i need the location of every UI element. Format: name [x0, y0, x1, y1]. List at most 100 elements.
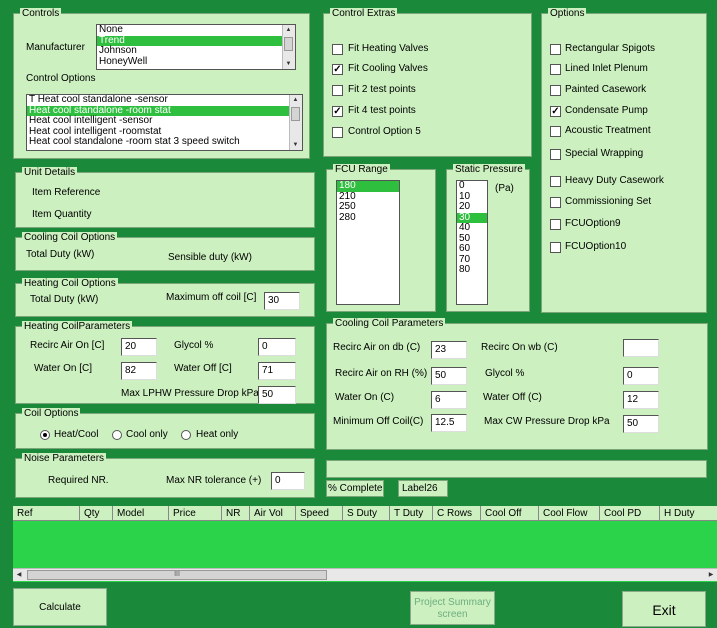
- col-speed[interactable]: Speed: [296, 506, 343, 521]
- fit-heating-valves-label: Fit Heating Valves: [348, 43, 429, 54]
- col-nr[interactable]: NR: [222, 506, 250, 521]
- recirc-air-rh-input[interactable]: 50: [431, 367, 467, 385]
- options-group: Options Rectangular Spigots Lined Inlet …: [541, 8, 707, 313]
- cooling-water-off-input[interactable]: 12: [623, 391, 659, 409]
- control-option[interactable]: Heat cool intelligent -sensor: [27, 115, 302, 127]
- heating-water-off-input[interactable]: 71: [258, 362, 296, 380]
- manufacturer-option[interactable]: Johnson: [97, 45, 295, 57]
- control-option[interactable]: Heat cool standalone -room stat 3 speed …: [27, 136, 302, 148]
- horizontal-scrollbar[interactable]: ◀ III ▶: [13, 568, 717, 581]
- fcu-range-option[interactable]: 250: [337, 201, 399, 213]
- fcu-option10-checkbox[interactable]: [550, 242, 561, 253]
- controls-title: Controls: [20, 8, 62, 19]
- scroll-up-icon[interactable]: ▲: [290, 95, 301, 105]
- control-extras-title: Control Extras: [330, 8, 398, 19]
- cooling-glycol-input[interactable]: 0: [623, 367, 659, 385]
- fit-heating-valves-checkbox[interactable]: [332, 44, 343, 55]
- lphw-pressure-drop-label: Max LPHW Pressure Drop kPa: [121, 388, 259, 399]
- scroll-left-icon[interactable]: ◀: [13, 569, 25, 581]
- control-options-listbox[interactable]: T Heat cool standalone -sensor Heat cool…: [26, 94, 303, 151]
- recirc-on-wb-input[interactable]: [623, 339, 659, 357]
- col-price[interactable]: Price: [169, 506, 222, 521]
- fcu-range-option[interactable]: 180: [337, 181, 399, 192]
- static-pressure-listbox[interactable]: 0 10 20 30 40 50 60 70 80: [456, 180, 488, 305]
- fit-2-test-points-checkbox[interactable]: [332, 85, 343, 96]
- scroll-right-icon[interactable]: ▶: [705, 569, 717, 581]
- col-air-vol[interactable]: Air Vol: [250, 506, 296, 521]
- col-model[interactable]: Model: [113, 506, 169, 521]
- fcu-range-listbox[interactable]: 180 210 250 280: [336, 180, 400, 305]
- manufacturer-option[interactable]: None: [97, 25, 295, 36]
- heavy-duty-casework-checkbox[interactable]: [550, 176, 561, 187]
- col-h-duty[interactable]: H Duty: [660, 506, 717, 521]
- lined-inlet-plenum-checkbox[interactable]: [550, 64, 561, 75]
- col-s-duty[interactable]: S Duty: [343, 506, 390, 521]
- rectangular-spigots-checkbox[interactable]: [550, 44, 561, 55]
- fcu-range-group: FCU Range 180 210 250 280: [326, 164, 436, 312]
- scroll-thumb[interactable]: III: [27, 570, 327, 580]
- col-c-rows[interactable]: C Rows: [433, 506, 481, 521]
- static-pressure-option[interactable]: 40: [457, 222, 487, 234]
- recirc-on-wb-label: Recirc On wb (C): [481, 342, 558, 353]
- heat-only-radio[interactable]: [181, 430, 191, 440]
- recirc-air-on-input[interactable]: 20: [121, 338, 157, 356]
- control-options-scrollbar[interactable]: ▲ ▼: [289, 95, 302, 150]
- fcu-option9-checkbox[interactable]: [550, 219, 561, 230]
- condensate-pump-checkbox[interactable]: ✓: [550, 106, 561, 117]
- heating-glycol-label: Glycol %: [174, 340, 214, 351]
- painted-casework-checkbox[interactable]: [550, 85, 561, 96]
- max-off-coil-input[interactable]: 30: [264, 292, 300, 310]
- control-option[interactable]: T Heat cool standalone -sensor: [27, 95, 302, 106]
- scroll-thumb[interactable]: [284, 37, 293, 51]
- recirc-air-db-input[interactable]: 23: [431, 341, 467, 359]
- acoustic-treatment-checkbox[interactable]: [550, 126, 561, 137]
- scroll-up-icon[interactable]: ▲: [283, 25, 294, 35]
- cw-pressure-drop-input[interactable]: 50: [623, 415, 659, 433]
- fit-cooling-valves-checkbox[interactable]: ✓: [332, 64, 343, 75]
- exit-button[interactable]: Exit: [622, 591, 706, 627]
- col-cool-flow[interactable]: Cool Flow: [539, 506, 600, 521]
- col-t-duty[interactable]: T Duty: [390, 506, 433, 521]
- heat-only-label: Heat only: [196, 429, 239, 440]
- scroll-thumb[interactable]: [291, 107, 300, 121]
- static-pressure-option[interactable]: 60: [457, 243, 487, 255]
- heating-water-off-label: Water Off [C]: [174, 363, 232, 374]
- max-nr-tolerance-input[interactable]: 0: [271, 472, 305, 490]
- cooling-water-off-label: Water Off (C): [483, 392, 542, 403]
- control-option-5-checkbox[interactable]: [332, 127, 343, 138]
- results-grid[interactable]: Ref Qty Model Price NR Air Vol Speed S D…: [13, 506, 717, 582]
- manufacturer-option[interactable]: HoneyWell: [97, 56, 295, 68]
- noise-params-title: Noise Parameters: [22, 453, 107, 464]
- col-qty[interactable]: Qty: [80, 506, 113, 521]
- recirc-air-rh-label: Recirc Air on RH (%): [335, 368, 428, 379]
- cooling-water-on-input[interactable]: 6: [431, 391, 467, 409]
- heat-cool-radio[interactable]: [40, 430, 50, 440]
- scroll-down-icon[interactable]: ▼: [283, 59, 294, 69]
- manufacturer-scrollbar[interactable]: ▲ ▼: [282, 25, 295, 69]
- heating-water-on-input[interactable]: 82: [121, 362, 157, 380]
- cooling-total-duty-label: Total Duty (kW): [26, 249, 95, 260]
- min-off-coil-input[interactable]: 12.5: [431, 414, 467, 432]
- project-summary-button[interactable]: Project Summary screen: [410, 591, 495, 625]
- cool-only-radio[interactable]: [112, 430, 122, 440]
- lphw-pressure-drop-input[interactable]: 50: [258, 386, 296, 404]
- item-reference-label: Item Reference: [32, 187, 101, 198]
- manufacturer-listbox[interactable]: None Trend Johnson HoneyWell ▲ ▼: [96, 24, 296, 70]
- fit-4-test-points-checkbox[interactable]: ✓: [332, 106, 343, 117]
- col-cool-pd[interactable]: Cool PD: [600, 506, 660, 521]
- heating-glycol-input[interactable]: 0: [258, 338, 296, 356]
- scroll-down-icon[interactable]: ▼: [290, 140, 301, 150]
- calculate-button[interactable]: Calculate: [13, 588, 107, 626]
- static-pressure-option[interactable]: 80: [457, 264, 487, 276]
- commissioning-set-checkbox[interactable]: [550, 197, 561, 208]
- col-cool-off[interactable]: Cool Off: [481, 506, 539, 521]
- fcu-range-option[interactable]: 280: [337, 212, 399, 224]
- fcu-option10-label: FCUOption10: [565, 241, 627, 252]
- special-wrapping-checkbox[interactable]: [550, 149, 561, 160]
- unit-details-group: Unit Details Item Reference Item Quantit…: [15, 167, 315, 228]
- static-pressure-option[interactable]: 0: [457, 181, 487, 192]
- control-option-5-label: Control Option 5: [348, 126, 421, 137]
- static-pressure-option[interactable]: 20: [457, 201, 487, 213]
- condensate-pump-label: Condensate Pump: [565, 105, 648, 116]
- col-ref[interactable]: Ref: [13, 506, 80, 521]
